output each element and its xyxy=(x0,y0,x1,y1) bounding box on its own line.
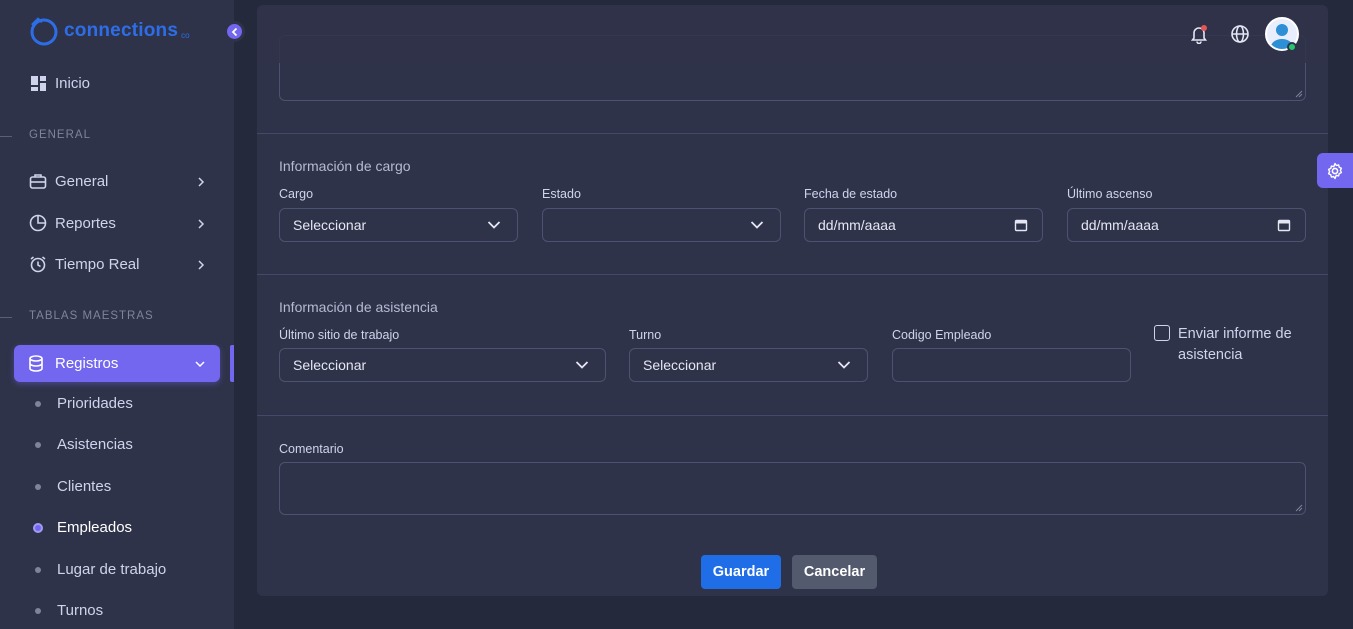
divider xyxy=(257,415,1328,416)
chevron-left-icon xyxy=(231,27,237,36)
database-icon xyxy=(28,355,48,372)
estado-select[interactable] xyxy=(542,208,781,242)
logo-sub: co xyxy=(181,30,190,40)
alarm-clock-icon xyxy=(28,254,48,274)
fecha-estado-label: Fecha de estado xyxy=(804,187,898,201)
chevron-right-icon xyxy=(198,260,205,270)
bullet-icon xyxy=(33,522,43,533)
sidebar-subitem-lugar-de-trabajo[interactable]: Lugar de trabajo xyxy=(35,561,166,578)
turno-select-value: Seleccionar xyxy=(643,357,717,373)
sidebar-item-label: Reportes xyxy=(55,214,116,232)
chevron-down-icon xyxy=(195,361,205,368)
sidebar-item-inicio[interactable]: Inicio xyxy=(28,73,90,93)
sidebar-item-tiempo-real[interactable]: Tiempo Real xyxy=(28,254,139,274)
sidebar-item-label: General xyxy=(55,172,109,190)
section-label-general: GENERAL xyxy=(29,129,91,141)
cargo-select-value: Seleccionar xyxy=(293,217,367,233)
sidebar-item-reportes[interactable]: Reportes xyxy=(28,213,116,233)
ultimo-ascenso-label: Último ascenso xyxy=(1067,187,1153,201)
sidebar-collapse-button[interactable] xyxy=(224,21,245,42)
resize-handle-icon[interactable] xyxy=(1295,90,1303,98)
codigo-empleado-input[interactable] xyxy=(892,348,1131,382)
sidebar-item-label: Tiempo Real xyxy=(55,255,140,273)
sidebar-item-registros[interactable]: Registros xyxy=(14,345,220,382)
chevron-right-icon xyxy=(198,219,205,229)
divider xyxy=(257,133,1328,134)
ultimo-ascenso-input[interactable]: dd/mm/aaaa xyxy=(1067,208,1306,242)
enviar-informe-checkbox[interactable] xyxy=(1154,325,1170,341)
section-title-asistencia: Información de asistencia xyxy=(279,299,438,315)
chevron-down-icon xyxy=(837,361,851,369)
cancel-button[interactable]: Cancelar xyxy=(792,555,877,589)
logo-icon xyxy=(30,17,58,46)
turno-select[interactable]: Seleccionar xyxy=(629,348,868,382)
online-status-indicator xyxy=(1287,42,1297,52)
sidebar-item-label: Registros xyxy=(55,355,119,372)
sidebar-subitem-label: Asistencias xyxy=(57,436,133,453)
sidebar-item-general[interactable]: General xyxy=(28,171,108,191)
chart-pie-icon xyxy=(28,213,48,233)
section-divider xyxy=(0,136,12,137)
sitio-label: Último sitio de trabajo xyxy=(279,328,400,342)
sidebar: connections co Inicio GENERAL General Re… xyxy=(0,0,234,629)
fecha-estado-value: dd/mm/aaaa xyxy=(818,217,896,233)
sidebar-subitem-label: Clientes xyxy=(57,478,112,495)
turno-label: Turno xyxy=(629,328,662,342)
bullet-icon xyxy=(35,483,41,490)
bullet-icon xyxy=(35,400,41,407)
fecha-estado-input[interactable]: dd/mm/aaaa xyxy=(804,208,1043,242)
navbar xyxy=(257,5,1328,63)
divider xyxy=(257,274,1328,275)
sidebar-subitem-label: Turnos xyxy=(57,602,104,619)
sidebar-subitem-empleados[interactable]: Empleados xyxy=(33,519,133,536)
bullet-icon xyxy=(35,441,41,448)
briefcase-icon xyxy=(28,171,48,191)
sidebar-subitem-label: Prioridades xyxy=(57,395,133,412)
codigo-label: Codigo Empleado xyxy=(892,328,992,342)
chevron-down-icon xyxy=(487,221,501,229)
customizer-button[interactable] xyxy=(1317,153,1353,188)
sidebar-subitem-label: Empleados xyxy=(57,519,133,536)
sidebar-item-label: Inicio xyxy=(55,74,91,92)
form-card: Información de cargo Cargo Seleccionar E… xyxy=(257,5,1328,596)
comentario-label: Comentario xyxy=(279,442,344,456)
comentario-textarea[interactable] xyxy=(279,462,1306,515)
calendar-icon[interactable] xyxy=(1014,218,1028,232)
cargo-select[interactable]: Seleccionar xyxy=(279,208,518,242)
app-logo[interactable]: connections co xyxy=(28,14,190,48)
save-button[interactable]: Guardar xyxy=(701,555,781,589)
cargo-label: Cargo xyxy=(279,187,314,201)
sidebar-subitem-asistencias[interactable]: Asistencias xyxy=(35,436,133,453)
bullet-icon xyxy=(35,607,41,614)
chevron-down-icon xyxy=(750,221,764,229)
globe-icon[interactable] xyxy=(1230,24,1250,44)
notification-dot xyxy=(1201,25,1207,31)
calendar-icon[interactable] xyxy=(1277,218,1291,232)
sidebar-subitem-prioridades[interactable]: Prioridades xyxy=(35,395,133,412)
section-label-tablas: TABLAS MAESTRAS xyxy=(29,310,154,322)
logo-text: connections xyxy=(64,20,179,41)
resize-handle-icon[interactable] xyxy=(1295,504,1303,512)
active-indicator xyxy=(230,345,234,382)
bullet-icon xyxy=(35,566,41,573)
sidebar-subitem-turnos[interactable]: Turnos xyxy=(35,602,103,619)
sitio-select-value: Seleccionar xyxy=(293,357,367,373)
section-title-cargo: Información de cargo xyxy=(279,158,411,174)
ultimo-ascenso-value: dd/mm/aaaa xyxy=(1081,217,1159,233)
sitio-select[interactable]: Seleccionar xyxy=(279,348,606,382)
sidebar-subitem-label: Lugar de trabajo xyxy=(57,561,167,578)
gear-icon xyxy=(1327,162,1343,179)
enviar-informe-label[interactable]: Enviar informe de asistencia xyxy=(1178,324,1308,366)
section-divider xyxy=(0,317,12,318)
sidebar-subitem-clientes[interactable]: Clientes xyxy=(35,478,111,495)
estado-label: Estado xyxy=(542,187,581,201)
chevron-right-icon xyxy=(198,177,205,187)
chevron-down-icon xyxy=(575,361,589,369)
dashboard-icon xyxy=(28,73,48,93)
